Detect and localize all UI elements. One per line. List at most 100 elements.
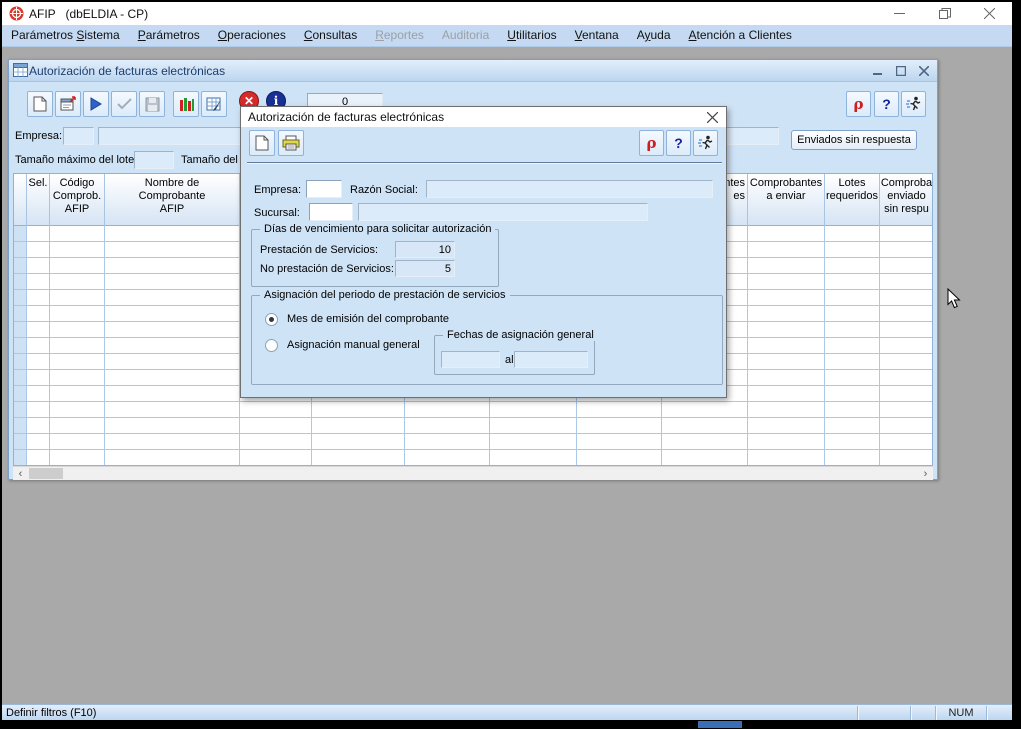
rho-filter-icon: ρ <box>854 95 864 113</box>
child-maximize-icon <box>896 66 906 76</box>
menu-item-atencion-a-clientes[interactable]: Atención a Clientes <box>680 25 801 46</box>
close-icon <box>984 8 995 19</box>
dialog-titlebar: Autorización de facturas electrónicas <box>241 107 726 127</box>
afip-logo-icon <box>9 6 24 21</box>
app-window: AFIP (dbELDIA - CP) Parámetros SistemaPa… <box>2 2 1012 720</box>
grid-column-header-codigo-comprob-afip: CódigoComprob.AFIP <box>50 174 105 226</box>
horizontal-scrollbar[interactable]: ‹ › <box>13 466 933 480</box>
minimize-button[interactable] <box>877 2 922 25</box>
menu-item-consultas[interactable]: Consultas <box>295 25 366 46</box>
execute-button[interactable] <box>83 91 109 117</box>
radio-mes-label[interactable]: Mes de emisión del comprobante <box>287 313 449 325</box>
fecha-desde-input[interactable] <box>441 351 500 368</box>
menu-item-auditoria: Auditoria <box>433 25 498 46</box>
tamano-maximo-input[interactable] <box>134 151 174 169</box>
printer-icon <box>282 135 300 151</box>
help-icon: ? <box>882 96 891 112</box>
new-document-icon <box>33 96 47 112</box>
empresa-input[interactable] <box>63 127 94 145</box>
scroll-right-button[interactable]: › <box>918 467 933 480</box>
dialog-title: Autorización de facturas electrónicas <box>248 110 444 124</box>
check-icon <box>117 98 132 110</box>
restore-button[interactable] <box>922 2 967 25</box>
menu-item-utilitarios[interactable]: Utilitarios <box>498 25 565 46</box>
no-prestacion-input[interactable]: 5 <box>395 260 455 277</box>
close-button[interactable] <box>967 2 1012 25</box>
properties-button[interactable] <box>55 91 81 117</box>
menu-item-ayuda[interactable]: Ayuda <box>628 25 680 46</box>
exit-button[interactable] <box>901 91 926 117</box>
new-button[interactable] <box>27 91 53 117</box>
status-text: Definir filtros (F10) <box>6 706 96 720</box>
empresa-label: Empresa: <box>15 130 62 142</box>
radio-manual[interactable] <box>265 339 278 352</box>
prestacion-input[interactable]: 10 <box>395 241 455 258</box>
scroll-left-button[interactable]: ‹ <box>13 467 28 480</box>
prestacion-label: Prestación de Servicios: <box>260 244 378 256</box>
child-titlebar: Autorización de facturas electrónicas <box>9 60 937 82</box>
dialog-rho-filter-icon: ρ <box>647 134 657 152</box>
status-bar: Definir filtros (F10) NUM <box>2 704 1012 720</box>
dialog-exit-button[interactable] <box>693 130 718 156</box>
dialog-filters-button[interactable]: ρ <box>639 130 664 156</box>
child-close-icon <box>919 66 929 76</box>
child-minimize-icon <box>873 66 882 75</box>
menu-item-ventana[interactable]: Ventana <box>566 25 628 46</box>
help-button[interactable]: ? <box>874 91 899 117</box>
grid-column-header-sel: Sel. <box>27 174 50 226</box>
menu-item-parametros[interactable]: Parámetros <box>129 25 209 46</box>
grid-window-icon <box>13 63 28 77</box>
fechas-groupbox: Fechas de asignación general al <box>434 335 595 375</box>
dialog-sucursal-desc-input[interactable] <box>358 203 648 221</box>
dialog-razon-social-label: Razón Social: <box>350 184 418 196</box>
colored-bars-icon <box>179 97 194 112</box>
form-properties-icon <box>60 96 76 112</box>
dialog-print-button[interactable] <box>278 130 304 156</box>
child-title: Autorización de facturas electrónicas <box>29 64 225 78</box>
mdi-area: Autorización de facturas electrónicas <box>2 48 1012 703</box>
al-label: al <box>505 354 514 366</box>
child-minimize-button[interactable] <box>868 62 887 79</box>
lots-button[interactable] <box>173 91 199 117</box>
status-separator <box>857 706 859 720</box>
fecha-hasta-input[interactable] <box>514 351 588 368</box>
fechas-group-title: Fechas de asignación general <box>443 329 598 341</box>
dialog-sucursal-label: Sucursal: <box>254 207 300 219</box>
dialog-close-button[interactable] <box>703 109 721 125</box>
app-titlebar: AFIP (dbELDIA - CP) <box>2 2 1012 25</box>
save-button[interactable] <box>139 91 165 117</box>
dialog-running-man-icon <box>698 135 714 151</box>
scroll-right-icon: › <box>924 468 928 480</box>
child-close-button[interactable] <box>914 62 933 79</box>
play-icon <box>90 97 102 111</box>
dialog-help-button[interactable]: ? <box>666 130 691 156</box>
enviados-sin-respuesta-button[interactable]: Enviados sin respuesta <box>791 130 917 150</box>
scroll-left-icon: ‹ <box>19 468 23 480</box>
dialog-close-icon <box>707 112 718 123</box>
dialog-empresa-input[interactable] <box>306 180 342 198</box>
dialog-toolbar-separator <box>247 162 722 164</box>
mouse-cursor <box>947 288 961 309</box>
filters-button[interactable]: ρ <box>846 91 871 117</box>
confirm-button[interactable] <box>111 91 137 117</box>
child-maximize-button[interactable] <box>891 62 910 79</box>
radio-manual-label[interactable]: Asignación manual general <box>287 339 420 351</box>
dialog-new-document-icon <box>255 135 269 151</box>
scroll-thumb[interactable] <box>29 468 63 479</box>
menu-item-operaciones[interactable]: Operaciones <box>209 25 295 46</box>
save-icon <box>145 97 160 112</box>
edit-grid-button[interactable] <box>201 91 227 117</box>
no-prestacion-label: No prestación de Servicios: <box>260 263 394 275</box>
dialog-razon-social-input[interactable] <box>426 180 713 198</box>
num-lock-indicator: NUM <box>937 706 985 720</box>
grid-column-header-comprobantes-a-enviar: Comprobantesa enviar <box>748 174 825 226</box>
dialog-new-button[interactable] <box>249 130 275 156</box>
radio-mes[interactable] <box>265 313 278 326</box>
tamano-maximo-label: Tamaño máximo del lote: <box>15 154 137 166</box>
asignacion-groupbox: Asignación del periodo de prestación de … <box>251 295 723 385</box>
minimize-icon <box>894 8 905 19</box>
menu-item-parametros-sistema[interactable]: Parámetros Sistema <box>2 25 129 46</box>
dialog-sucursal-input[interactable] <box>309 203 353 221</box>
dialog-help-icon: ? <box>674 135 683 151</box>
tamano-del-label: Tamaño del l <box>181 154 243 166</box>
